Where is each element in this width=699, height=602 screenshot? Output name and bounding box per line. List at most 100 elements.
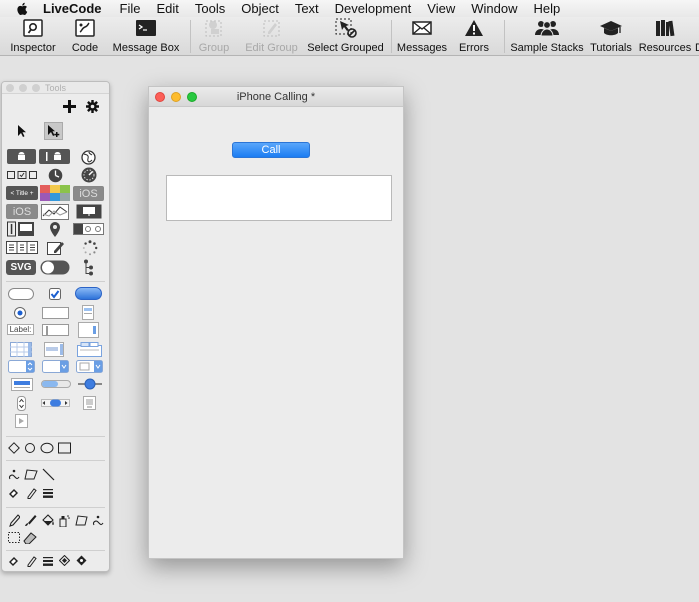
menu-view[interactable]: View (420, 0, 464, 17)
menu-tools[interactable]: Tools (188, 0, 234, 17)
phone-number-field[interactable] (166, 175, 392, 221)
rectangle-shape-icon[interactable] (57, 442, 71, 454)
message-box-button[interactable]: Message Box (111, 17, 181, 56)
dictionary-button[interactable]: D (694, 17, 699, 56)
code-button[interactable]: Code (68, 17, 102, 56)
inspector-icon (23, 19, 43, 40)
apple-menu-icon[interactable] (15, 2, 29, 16)
add-icon[interactable] (61, 98, 77, 114)
segmented-list-widget-icon[interactable] (6, 240, 38, 254)
gauge-widget-icon[interactable] (80, 167, 97, 183)
list-field-tool-icon[interactable] (43, 341, 64, 357)
android-field-widget-icon[interactable] (39, 149, 70, 164)
signature-widget-icon[interactable] (46, 239, 65, 256)
polygon-shape-icon[interactable] (24, 467, 38, 481)
rounded-button-tool-icon[interactable] (8, 288, 34, 300)
gear-icon[interactable] (84, 98, 100, 114)
pulldown-menu-tool-icon[interactable] (42, 359, 69, 373)
eraser-tool-icon[interactable] (23, 531, 37, 544)
menu-help[interactable]: Help (526, 0, 569, 17)
tutorials-button[interactable]: Tutorials (588, 17, 634, 56)
resources-button[interactable]: Resources (638, 17, 692, 56)
svg-icon-widget-icon[interactable]: SVG (6, 260, 36, 275)
tab-panel-tool-icon[interactable] (77, 341, 102, 357)
option-menu-tool-icon[interactable] (8, 359, 35, 373)
errors-button[interactable]: Errors (456, 17, 492, 56)
line-shape-icon[interactable] (41, 467, 55, 481)
text-entry-field-tool-icon[interactable] (42, 324, 69, 336)
browser-widget-icon[interactable] (80, 149, 96, 165)
messages-button[interactable]: Messages (396, 17, 448, 56)
color-swatch-widget-icon[interactable] (39, 185, 70, 201)
tree-view-widget-icon[interactable] (82, 259, 96, 276)
browse-tool-icon[interactable] (14, 123, 30, 139)
select-rectangle-icon[interactable] (7, 531, 20, 544)
line-graph-widget-icon[interactable] (40, 203, 69, 220)
paint-pattern-icon[interactable] (58, 554, 70, 567)
oval-shape-icon[interactable] (40, 442, 54, 454)
messages-label: Messages (396, 42, 448, 54)
edit-tool-icon[interactable] (44, 122, 63, 140)
ios-native-field-widget-icon[interactable]: iOS (6, 204, 38, 219)
menu-app-name[interactable]: LiveCode (43, 0, 113, 17)
scrolling-field-tool-icon[interactable] (78, 322, 99, 338)
spinner-widget-icon[interactable] (81, 239, 98, 256)
segmented-control-widget-icon[interactable] (6, 168, 37, 182)
tools-palette-titlebar[interactable]: Tools (2, 82, 109, 94)
call-button[interactable]: Call (232, 142, 310, 158)
menu-object[interactable]: Object (234, 0, 288, 17)
switch-widget-icon[interactable] (40, 260, 70, 275)
header-bar-widget-icon[interactable]: < Title + (6, 186, 38, 200)
scrollbar-tool-icon[interactable] (41, 397, 70, 409)
sample-stacks-button[interactable]: Sample Stacks (509, 17, 585, 56)
menu-edit[interactable]: Edit (149, 0, 187, 17)
paint-fill-color-icon[interactable] (7, 554, 20, 567)
menu-file[interactable]: File (113, 0, 150, 17)
menu-development[interactable]: Development (328, 0, 421, 17)
select-grouped-button[interactable]: Select Grouped (306, 17, 385, 56)
paint-line-size-icon[interactable] (42, 554, 54, 567)
progress-bar-tool-icon[interactable] (41, 379, 71, 389)
rectangle-button-tool-icon[interactable] (42, 307, 69, 319)
curve-paint-tool-icon[interactable] (91, 513, 105, 527)
checkbox-tool-icon[interactable] (48, 287, 62, 301)
group-button[interactable]: Group (195, 17, 233, 56)
pen-color-icon[interactable] (25, 486, 37, 499)
diamond-shape-icon[interactable] (8, 442, 20, 454)
freehand-curve-icon[interactable] (7, 467, 21, 481)
menu-button-tool-icon[interactable] (81, 304, 95, 320)
android-button-widget-icon[interactable] (7, 149, 36, 164)
fill-color-icon[interactable] (7, 486, 20, 499)
combo-box-tool-icon[interactable] (76, 359, 103, 373)
edit-group-icon (262, 18, 282, 41)
bucket-tool-icon[interactable] (40, 513, 54, 527)
stack-window-titlebar[interactable]: iPhone Calling * (149, 87, 403, 107)
edit-group-button[interactable]: Edit Group (243, 17, 300, 56)
line-size-icon[interactable] (42, 486, 54, 499)
brush-tool-icon[interactable] (23, 513, 37, 527)
inspector-button[interactable]: Inspector (6, 17, 60, 56)
default-button-tool-icon[interactable] (75, 287, 102, 300)
irregular-polygon-tool-icon[interactable] (74, 513, 88, 527)
paint-pen-color-icon[interactable] (25, 554, 37, 567)
popup-menu-tool-icon[interactable] (11, 377, 33, 391)
map-pin-widget-icon[interactable] (47, 221, 63, 237)
label-field-tool-icon[interactable]: Label: (7, 324, 34, 335)
paint-brush-shape-icon[interactable] (75, 554, 87, 567)
ios-native-button-widget-icon[interactable]: iOS (73, 186, 104, 201)
slider-tool-icon[interactable] (77, 378, 103, 390)
presentation-widget-icon[interactable] (75, 204, 103, 219)
menu-window[interactable]: Window (464, 0, 526, 17)
menu-text[interactable]: Text (288, 0, 328, 17)
clock-widget-icon[interactable] (47, 167, 63, 183)
circle-shape-icon[interactable] (24, 442, 36, 454)
little-arrows-tool-icon[interactable] (16, 395, 26, 411)
image-tool-icon[interactable] (15, 414, 28, 428)
navigation-bar-widget-icon[interactable] (73, 223, 104, 235)
player-tool-icon[interactable] (83, 396, 96, 410)
text-field-widget-icon[interactable] (7, 221, 35, 237)
spray-tool-icon[interactable] (57, 513, 70, 527)
table-field-tool-icon[interactable] (10, 341, 32, 357)
radio-button-tool-icon[interactable] (13, 306, 27, 320)
pencil-tool-icon[interactable] (7, 513, 20, 527)
